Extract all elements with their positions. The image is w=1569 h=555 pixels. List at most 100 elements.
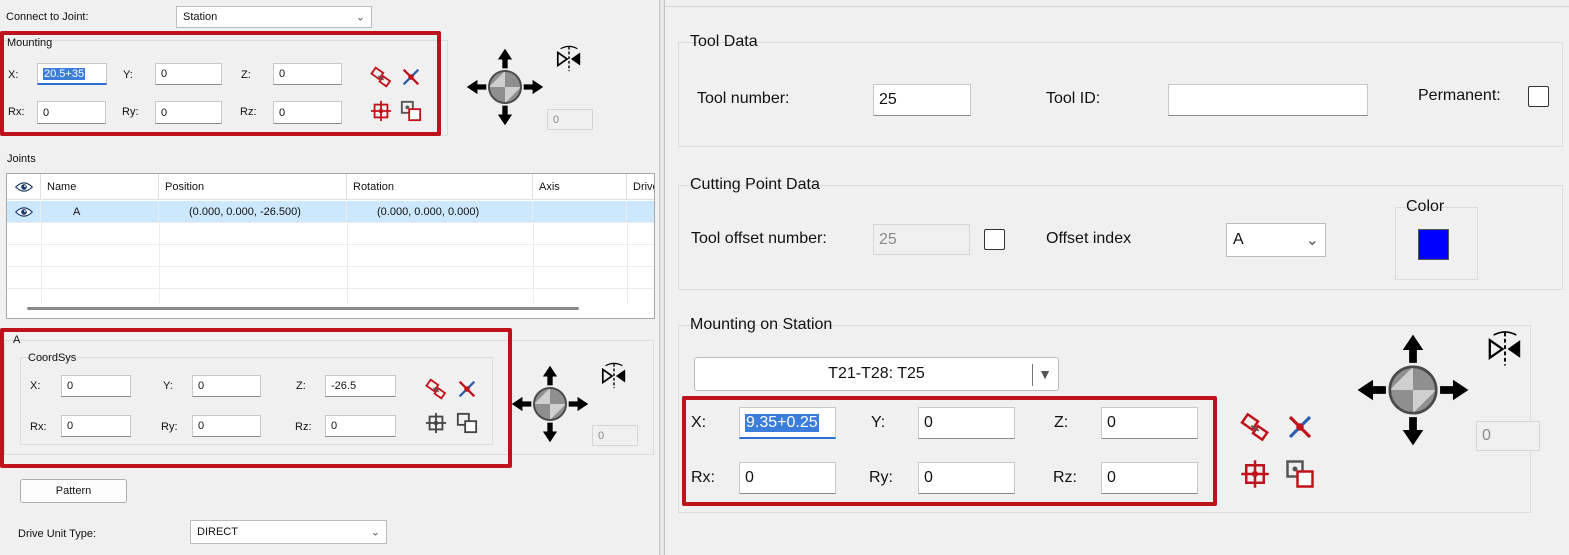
mounting-align-button[interactable] <box>398 64 424 90</box>
mounting-nav-pad[interactable] <box>465 47 545 127</box>
joint-copy-button[interactable] <box>454 410 480 436</box>
copy-position-icon <box>456 412 478 434</box>
mounting-x-value: 20.5+35 <box>43 67 86 80</box>
horizontal-scrollbar[interactable] <box>27 307 579 310</box>
station-ry-label: Ry: <box>869 469 893 486</box>
joint-y-label: Y: <box>163 380 173 392</box>
station-y-value: 0 <box>924 414 933 431</box>
eye-icon <box>15 181 33 193</box>
station-ry-input[interactable]: 0 <box>918 462 1015 494</box>
joint-y-value: 0 <box>198 380 205 392</box>
station-z-input[interactable]: 0 <box>1101 407 1198 439</box>
move-icon <box>425 378 447 400</box>
joint-nav-pad[interactable] <box>510 364 590 444</box>
target-icon <box>1240 459 1270 489</box>
mounting-copy-button[interactable] <box>398 98 424 124</box>
table-column-lines <box>7 223 654 303</box>
col-visibility[interactable] <box>7 174 41 200</box>
direction-arrows-icon <box>465 47 545 127</box>
cutting-point-title: Cutting Point Data <box>690 176 820 193</box>
joint-align-button[interactable] <box>454 376 480 402</box>
joint-target-button[interactable] <box>423 410 449 436</box>
mounting-target-button[interactable] <box>368 98 394 124</box>
mounting-rx-input[interactable]: 0 <box>37 101 106 124</box>
target-icon <box>370 100 392 122</box>
station-select-divider <box>1032 364 1033 386</box>
joint-z-value: -26.5 <box>331 380 357 392</box>
joint-mirror-button[interactable] <box>600 362 628 390</box>
joint-ry-value: 0 <box>198 420 205 432</box>
station-x-label: X: <box>691 414 707 431</box>
mounting-rz-value: 0 <box>279 106 286 119</box>
color-swatch[interactable] <box>1418 229 1449 260</box>
joint-move-button[interactable] <box>423 376 449 402</box>
station-align-button[interactable] <box>1283 410 1317 444</box>
mounting-mirror-button[interactable] <box>555 45 583 73</box>
tool-number-input[interactable]: 25 <box>873 84 971 116</box>
station-y-input[interactable]: 0 <box>918 407 1015 439</box>
drive-unit-type-select[interactable]: DIRECT ⌄ <box>190 520 387 544</box>
joint-x-input[interactable]: 0 <box>61 375 131 397</box>
station-target-button[interactable] <box>1238 457 1272 491</box>
offset-index-label: Offset index <box>1046 230 1132 247</box>
station-value: T21-T28: T25 <box>828 365 925 382</box>
joint-rx-input[interactable]: 0 <box>61 415 131 437</box>
station-mirror-button[interactable] <box>1486 330 1524 368</box>
joints-table: Name Position Rotation Axis Drive A (0.0… <box>6 173 655 319</box>
col-position[interactable]: Position <box>159 174 347 200</box>
tool-id-input[interactable] <box>1168 84 1368 116</box>
mounting-z-label: Z: <box>241 69 251 81</box>
joint-step-input[interactable]: 0 <box>592 425 638 446</box>
station-copy-button[interactable] <box>1283 457 1317 491</box>
offset-index-select[interactable]: A ⌄ <box>1226 223 1326 257</box>
move-icon <box>370 66 392 88</box>
station-rz-input[interactable]: 0 <box>1101 462 1198 494</box>
station-x-input[interactable]: 9.35+0.25 <box>739 407 836 439</box>
eye-icon <box>15 206 33 218</box>
mounting-x-input[interactable]: 20.5+35 <box>37 63 107 85</box>
pattern-button[interactable]: Pattern <box>20 479 127 503</box>
chevron-down-icon: ⌄ <box>370 526 380 539</box>
col-rotation[interactable]: Rotation <box>347 174 533 200</box>
mounting-y-input[interactable]: 0 <box>155 63 222 85</box>
offset-index-value: A <box>1233 231 1244 248</box>
mounting-ry-input[interactable]: 0 <box>155 101 222 124</box>
chevron-down-icon: ⌄ <box>355 11 365 24</box>
station-ry-value: 0 <box>924 469 933 486</box>
mounting-move-button[interactable] <box>368 64 394 90</box>
station-rx-input[interactable]: 0 <box>739 462 836 494</box>
tool-offset-number-input[interactable]: 25 <box>873 224 970 255</box>
mounting-z-input[interactable]: 0 <box>273 63 342 85</box>
row-axis <box>533 201 627 223</box>
joints-title: Joints <box>7 153 36 165</box>
station-step-input[interactable]: 0 <box>1476 421 1540 451</box>
joint-z-input[interactable]: -26.5 <box>325 375 396 397</box>
align-icon <box>400 66 422 88</box>
joint-ry-label: Ry: <box>161 421 178 433</box>
mounting-step-input[interactable]: 0 <box>547 109 593 130</box>
mounting-step-value: 0 <box>553 113 560 126</box>
permanent-checkbox[interactable] <box>1528 86 1549 107</box>
joint-rz-value: 0 <box>331 420 338 432</box>
joint-rx-value: 0 <box>67 420 74 432</box>
station-move-button[interactable] <box>1238 410 1272 444</box>
tool-offset-number-value: 25 <box>879 230 897 248</box>
station-nav-pad[interactable] <box>1355 332 1471 448</box>
joint-y-input[interactable]: 0 <box>192 375 261 397</box>
mounting-rz-input[interactable]: 0 <box>273 101 342 124</box>
table-row[interactable]: A (0.000, 0.000, -26.500) (0.000, 0.000,… <box>7 201 654 223</box>
col-drive[interactable]: Drive <box>627 174 654 200</box>
connect-to-joint-select[interactable]: Station ⌄ <box>176 6 372 28</box>
mirror-icon <box>555 45 583 73</box>
col-axis[interactable]: Axis <box>533 174 627 200</box>
tool-data-title: Tool Data <box>690 33 758 50</box>
tool-offset-checkbox[interactable] <box>984 229 1005 250</box>
tool-offset-number-label: Tool offset number: <box>691 230 827 247</box>
col-name[interactable]: Name <box>41 174 159 200</box>
joint-ry-input[interactable]: 0 <box>192 415 261 437</box>
station-select[interactable]: T21-T28: T25 ▼ <box>694 357 1059 391</box>
align-icon <box>1285 412 1315 442</box>
tool-number-label: Tool number: <box>697 90 790 107</box>
joint-rz-input[interactable]: 0 <box>325 415 396 437</box>
row-visibility[interactable] <box>7 201 41 223</box>
